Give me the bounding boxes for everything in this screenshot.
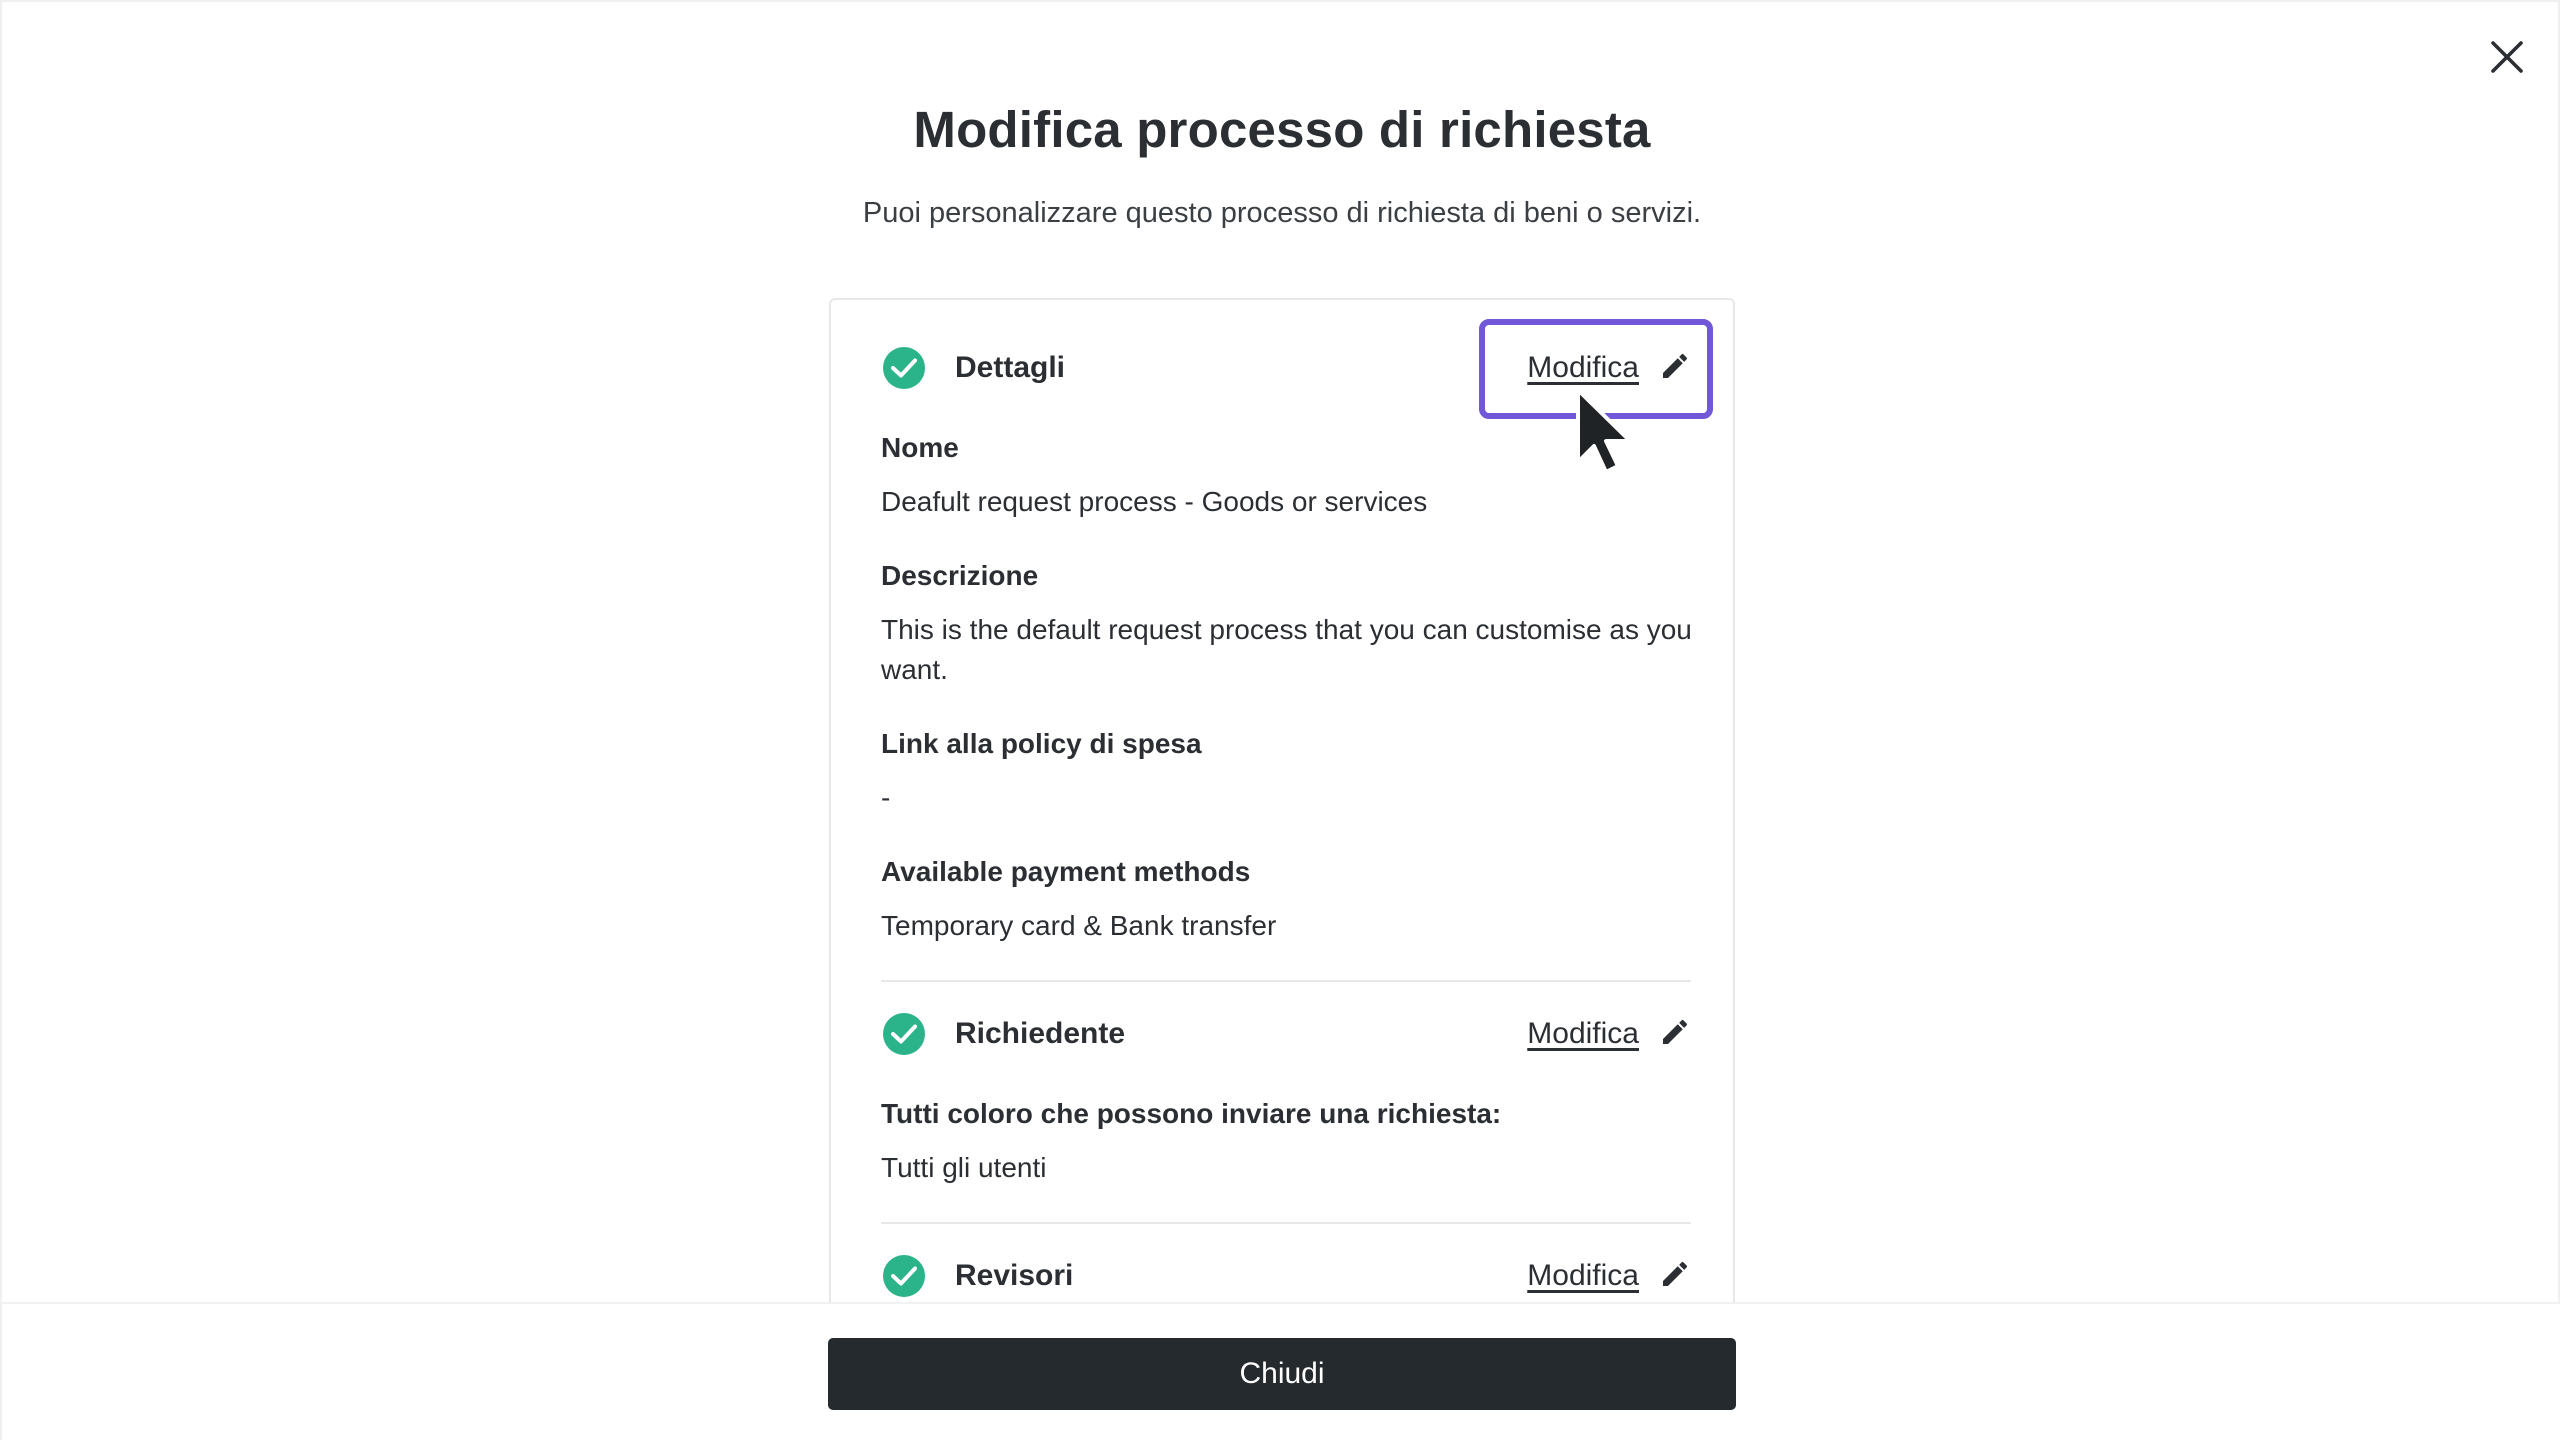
description-value: This is the default request process that… <box>881 614 1692 685</box>
edit-request-process-modal: Modifica processo di richiesta Puoi pers… <box>0 0 2560 1442</box>
check-circle-icon <box>883 1255 925 1297</box>
check-circle-icon <box>883 347 925 389</box>
modal-scroll-area[interactable]: Modifica processo di richiesta Puoi pers… <box>2 2 2560 1302</box>
section-title-details: Dettagli <box>955 351 1066 384</box>
request-process-summary-card: Dettagli Modifica Nome Deafult request p… <box>829 298 1735 1302</box>
edit-details-button[interactable]: Modifica <box>1527 333 1691 403</box>
close-modal-button[interactable] <box>2478 30 2536 88</box>
pencil-icon <box>1659 1016 1691 1053</box>
name-label: Nome <box>881 432 959 463</box>
spending-policy-value: - <box>881 782 891 813</box>
payment-methods-label: Available payment methods <box>881 856 1251 887</box>
pencil-icon <box>1659 350 1691 387</box>
check-circle-icon <box>883 1013 925 1055</box>
modal-footer: Chiudi <box>2 1302 2560 1442</box>
edit-reviewers-button[interactable]: Modifica <box>1527 1241 1691 1302</box>
payment-methods-value: Temporary card & Bank transfer <box>881 910 1277 941</box>
section-header-details: Dettagli Modifica <box>881 333 1691 403</box>
modal-subtitle: Puoi personalizzare questo processo di r… <box>862 197 1702 229</box>
requester-who-label: Tutti coloro che possono inviare una ric… <box>881 1098 1502 1129</box>
close-button[interactable]: Chiudi <box>828 1338 1736 1410</box>
modal-title: Modifica processo di richiesta <box>913 101 1651 158</box>
section-title-requester: Richiedente <box>955 1017 1126 1050</box>
edit-requester-button[interactable]: Modifica <box>1527 999 1691 1069</box>
edit-requester-label: Modifica <box>1527 1017 1639 1050</box>
description-label: Descrizione <box>881 560 1039 591</box>
section-header-requester: Richiedente Modifica <box>881 999 1691 1069</box>
edit-details-label: Modifica <box>1527 351 1639 384</box>
section-title-reviewers: Revisori <box>955 1259 1074 1292</box>
section-divider <box>881 980 1691 982</box>
name-value: Deafult request process - Goods or servi… <box>881 486 1428 517</box>
section-header-reviewers: Revisori Modifica <box>881 1241 1691 1302</box>
spending-policy-label: Link alla policy di spesa <box>881 728 1202 759</box>
requester-who-value: Tutti gli utenti <box>881 1152 1047 1183</box>
edit-reviewers-label: Modifica <box>1527 1259 1639 1292</box>
section-divider <box>881 1222 1691 1224</box>
pencil-icon <box>1659 1258 1691 1295</box>
close-icon <box>2490 40 2524 79</box>
